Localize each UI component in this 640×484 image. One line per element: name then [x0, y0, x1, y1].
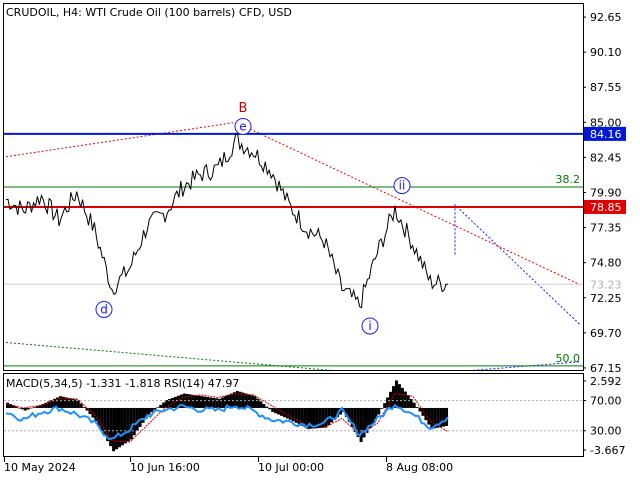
macd-bar	[265, 407, 268, 408]
macd-bar	[159, 405, 162, 408]
macd-bar	[289, 408, 292, 420]
macd-bar	[251, 395, 254, 408]
macd-bar	[83, 407, 86, 408]
y-tick-label-7: 74.80	[590, 257, 622, 270]
macd-bar	[221, 397, 224, 407]
macd-bar	[254, 396, 257, 408]
macd-bar	[404, 392, 407, 408]
macd-bar	[312, 408, 315, 429]
macd-bar	[195, 395, 198, 408]
wave-label-B: B	[239, 101, 248, 116]
macd-bar	[162, 402, 165, 407]
macd-bar	[360, 408, 363, 442]
y-tick-label-2: 87.55	[590, 81, 622, 94]
macd-bar	[377, 408, 380, 415]
macd-bar	[380, 408, 383, 409]
macd-bar	[121, 408, 124, 445]
macd-bar	[371, 408, 374, 424]
macd-bar	[430, 408, 433, 429]
macd-bar	[292, 408, 295, 421]
macd-bar	[215, 398, 218, 408]
y-tick-label-5: 79.90	[590, 187, 622, 200]
y-tick-label-8: 72.25	[590, 292, 622, 305]
macd-bar	[112, 408, 115, 451]
macd-bar	[386, 397, 389, 407]
macd-bar	[383, 403, 386, 408]
fib-label-2: 38.2	[556, 173, 581, 186]
y-tick-label-10: 67.15	[590, 362, 622, 375]
macd-bar	[401, 388, 404, 408]
macd-bar	[268, 408, 271, 409]
fib-label-3: 50.0	[556, 352, 581, 365]
macd-bar	[156, 407, 159, 408]
macd-bar	[192, 395, 195, 408]
y-tick-label-9: 69.70	[590, 327, 622, 340]
macd-bar	[124, 408, 127, 443]
macd-bar	[21, 408, 24, 409]
macd-bar	[416, 407, 419, 408]
sub-tick-label-3: -3.667	[590, 444, 625, 457]
chart-title: CRUDOIL, H4: WTI Crude Oil (100 barrels)…	[6, 6, 292, 19]
macd-bar	[286, 408, 289, 418]
macd-bar	[33, 407, 36, 408]
y-tick-label-6: 77.35	[590, 222, 622, 235]
macd-bar	[142, 408, 145, 423]
sub-tick-label-0: 2.592	[590, 375, 622, 388]
macd-bar	[209, 397, 212, 407]
level-tag-text-0: 84.16	[590, 128, 622, 141]
macd-bar	[18, 408, 21, 409]
macd-bar	[419, 408, 422, 411]
macd-bar	[27, 408, 30, 410]
macd-bar	[139, 408, 142, 427]
wave-label-i: i	[368, 319, 371, 333]
macd-bar	[321, 408, 324, 428]
macd-bar	[203, 397, 206, 408]
wave-label-e: e	[239, 119, 246, 133]
macd-bar	[200, 396, 203, 408]
macd-bar	[198, 396, 201, 408]
macd-bar	[413, 403, 416, 408]
macd-bar	[6, 403, 9, 408]
macd-bar	[442, 408, 445, 427]
y-tick-label-0: 92.65	[590, 11, 622, 24]
indicator-title: MACD(5,34,5) -1.331 -1.818 RSI(14) 47.97	[6, 377, 239, 390]
macd-bar	[398, 384, 401, 408]
x-tick-label-1: 10 Jun 16:00	[130, 461, 200, 474]
y-tick-label-1: 90.10	[590, 46, 622, 59]
macd-bar	[59, 396, 62, 408]
x-tick-label-0: 10 May 2024	[4, 461, 76, 474]
macd-bar	[330, 408, 333, 422]
macd-bar	[136, 408, 139, 431]
macd-bar	[15, 407, 18, 408]
y-tick-label-3: 85.00	[590, 116, 622, 129]
chart-window: 38.2 50.0 84.16 78.85 73.23 92.65 90.10 87.55 8…	[0, 0, 640, 480]
macd-bar	[68, 398, 71, 408]
macd-bar	[407, 395, 410, 408]
macd-bar	[115, 408, 118, 449]
macd-bar	[212, 398, 215, 408]
x-tick-label-2: 10 Jul 00:00	[258, 461, 324, 474]
sub-tick-label-2: 30.00	[590, 425, 622, 438]
macd-bar	[206, 397, 209, 408]
macd-bar	[277, 408, 280, 415]
sub-tick-label-1: 70.00	[590, 395, 622, 408]
macd-bar	[259, 401, 262, 408]
macd-bar	[103, 408, 106, 436]
macd-bar	[271, 408, 274, 412]
macd-bar	[427, 408, 430, 425]
macd-bar	[147, 408, 150, 415]
macd-bar	[80, 404, 83, 408]
level-tag-text-1: 78.85	[590, 201, 622, 214]
chart-canvas[interactable]: 38.2 50.0 84.16 78.85 73.23 92.65 90.10 87.55 8…	[0, 0, 640, 480]
y-tick-label-4: 82.45	[590, 151, 622, 164]
macd-bar	[127, 408, 130, 441]
wave-label-ii: ii	[399, 179, 406, 193]
current-price-text: 73.23	[590, 278, 622, 291]
macd-bar	[262, 404, 265, 408]
wave-label-d: d	[100, 302, 108, 316]
x-tick-label-3: 8 Aug 08:00	[386, 461, 453, 474]
